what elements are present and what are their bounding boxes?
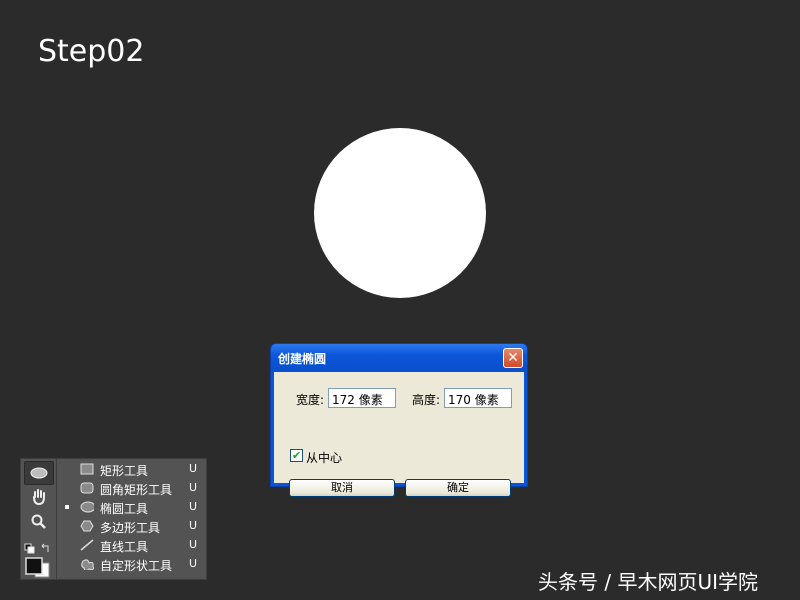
tool-name: 多边形工具 [100,521,161,535]
white-ellipse-shape [314,128,486,298]
create-ellipse-dialog: 创建椭圆 ✕ 宽度: 172 像素 高度: 170 像素 ✔ 从中心 取消 确定 [270,343,528,497]
from-center-checkbox[interactable]: ✔ [290,449,303,462]
tool-shortcut: U [188,462,197,475]
tool-shortcut: U [188,500,197,513]
from-center-label: 从中心 [306,451,343,465]
height-input[interactable]: 170 像素 [444,388,512,408]
tool-column [21,459,57,579]
tool-shortcut: U [188,557,197,570]
watermark: 头条号 / 早木网页UI学院 [538,570,758,594]
width-label: 宽度: [296,393,325,407]
tool-name: 自定形状工具 [100,559,173,573]
width-input[interactable]: 172 像素 [328,388,396,408]
color-swatches-icon [25,557,50,578]
ellipse-icon [30,467,48,479]
ellipse-tool-button[interactable] [24,461,54,485]
ellipse-icon [80,501,94,513]
close-button[interactable]: ✕ [503,348,523,368]
tool-shortcut: U [188,538,197,551]
tool-name: 直线工具 [100,540,149,554]
tool-name: 圆角矩形工具 [100,483,173,497]
tool-row-line[interactable]: 直线工具 U [58,536,206,555]
dialog-body: 宽度: 172 像素 高度: 170 像素 ✔ 从中心 取消 确定 [274,372,524,497]
line-icon [80,539,94,551]
tool-name: 矩形工具 [100,464,149,478]
tool-row-custom-shape[interactable]: 自定形状工具 U [58,555,206,574]
step-title: Step02 [38,34,145,69]
height-label: 高度: [412,393,441,407]
tool-row-rounded-rectangle[interactable]: 圆角矩形工具 U [58,479,206,498]
tool-row-ellipse[interactable]: 椭圆工具 U [58,498,206,517]
hand-icon [33,489,45,506]
dialog-titlebar[interactable]: 创建椭圆 ✕ [271,344,527,372]
rounded-rectangle-icon [80,482,94,494]
magnifier-icon [31,514,46,529]
zoom-tool-button[interactable] [24,513,54,537]
shape-tool-panel: 矩形工具 U 圆角矩形工具 U 椭圆工具 U 多边形工具 U 直线工具 U 自定… [20,458,207,580]
rectangle-icon [80,463,94,475]
tool-name: 椭圆工具 [100,502,149,516]
polygon-icon [80,520,94,532]
hand-tool-button[interactable] [24,488,54,512]
swap-colors-icon [24,543,49,554]
tool-shortcut: U [188,481,197,494]
color-swap-controls[interactable] [24,541,54,555]
close-icon: ✕ [507,350,519,366]
shape-tool-flyout: 矩形工具 U 圆角矩形工具 U 椭圆工具 U 多边形工具 U 直线工具 U 自定… [58,459,206,579]
dialog-title: 创建椭圆 [278,352,327,366]
tool-row-rectangle[interactable]: 矩形工具 U [58,460,206,479]
selected-indicator [65,505,69,509]
tool-row-polygon[interactable]: 多边形工具 U [58,517,206,536]
ok-button[interactable]: 确定 [405,479,511,497]
tool-shortcut: U [188,519,197,532]
custom-shape-icon [81,559,94,570]
foreground-background-colors[interactable] [25,557,55,579]
cancel-button[interactable]: 取消 [289,479,395,497]
